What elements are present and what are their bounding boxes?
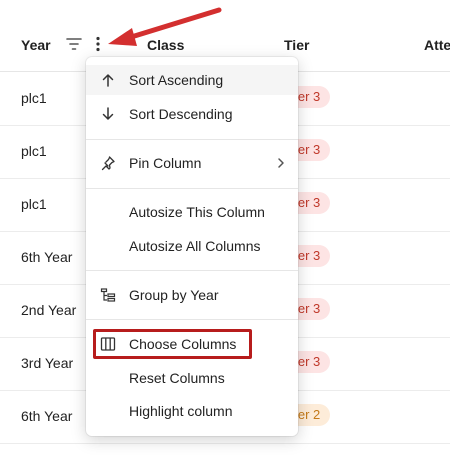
reset-columns-label: Reset Columns xyxy=(129,370,225,386)
column-menu: Sort Ascending Sort Descending Pin Colum… xyxy=(86,57,298,436)
highlight-column-item[interactable]: Highlight column xyxy=(86,396,298,426)
menu-divider xyxy=(86,319,298,320)
year-cell: plc1 xyxy=(21,196,47,212)
year-cell: 6th Year xyxy=(21,408,73,424)
group-by-label: Group by Year xyxy=(129,287,219,303)
sort-ascending-label: Sort Ascending xyxy=(129,72,224,88)
pin-icon xyxy=(100,155,116,171)
chevron-right-icon xyxy=(276,155,286,171)
year-cell: plc1 xyxy=(21,90,47,106)
autosize-all-columns-item[interactable]: Autosize All Columns xyxy=(86,231,298,261)
group-icon xyxy=(100,287,116,303)
pin-column-item[interactable]: Pin Column xyxy=(86,148,298,178)
arrow-down-icon xyxy=(100,106,116,122)
arrow-up-icon xyxy=(100,72,116,88)
highlight-column-label: Highlight column xyxy=(129,403,233,419)
pin-column-label: Pin Column xyxy=(129,155,202,171)
autosize-all-label: Autosize All Columns xyxy=(129,238,261,254)
autosize-this-label: Autosize This Column xyxy=(129,204,265,220)
menu-divider xyxy=(86,139,298,140)
group-by-item[interactable]: Group by Year xyxy=(86,280,298,310)
year-cell: 6th Year xyxy=(21,249,73,265)
sort-descending-label: Sort Descending xyxy=(129,106,233,122)
header-class[interactable]: Class xyxy=(147,37,184,53)
year-cell: 2nd Year xyxy=(21,302,77,318)
header-attendance[interactable]: Atter xyxy=(424,37,450,53)
sort-ascending-item[interactable]: Sort Ascending xyxy=(86,65,298,95)
filter-icon[interactable] xyxy=(64,34,84,54)
annotation-highlight-box xyxy=(93,329,252,359)
header-tier[interactable]: Tier xyxy=(284,37,309,53)
sort-descending-item[interactable]: Sort Descending xyxy=(86,99,298,129)
year-cell: 3rd Year xyxy=(21,355,74,371)
year-cell: plc1 xyxy=(21,143,47,159)
menu-divider xyxy=(86,270,298,271)
column-menu-icon[interactable] xyxy=(88,34,108,54)
reset-columns-item[interactable]: Reset Columns xyxy=(86,363,298,393)
header-year[interactable]: Year xyxy=(21,37,51,53)
menu-divider xyxy=(86,188,298,189)
autosize-this-column-item[interactable]: Autosize This Column xyxy=(86,197,298,227)
